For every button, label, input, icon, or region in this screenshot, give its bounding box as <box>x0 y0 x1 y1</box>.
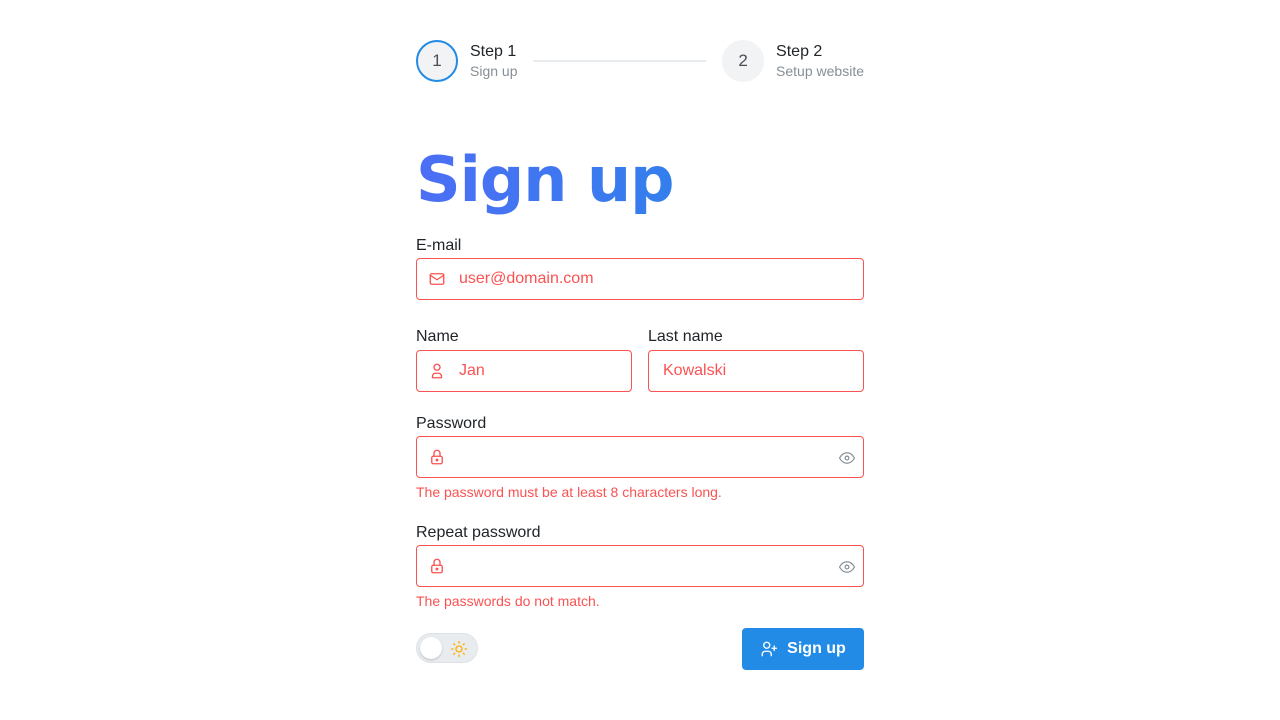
password-group: Password The password must be at least 8… <box>416 413 864 501</box>
email-group: E-mail <box>416 235 864 300</box>
lock-icon <box>431 449 443 465</box>
step-2-circle: 2 <box>722 40 765 82</box>
email-field-wrapper <box>416 258 864 300</box>
theme-toggle[interactable] <box>416 633 478 663</box>
repeat-password-label: Repeat password <box>416 524 541 541</box>
last-name-label: Last name <box>648 328 723 345</box>
password-label: Password <box>416 415 487 432</box>
repeat-password-field-wrapper <box>416 545 864 587</box>
password-error: The password must be at least 8 characte… <box>416 484 722 500</box>
form-footer: Sign up <box>416 628 864 670</box>
last-name-group: Last name <box>648 326 864 392</box>
toggle-knob <box>420 637 442 659</box>
signup-page: 1 Step 1 Sign up 2 Step 2 Setup website … <box>416 40 864 670</box>
step-1-title: Step 1 <box>470 43 517 60</box>
stepper: 1 Step 1 Sign up 2 Step 2 Setup website <box>416 40 864 82</box>
user-icon <box>431 363 443 379</box>
step-connector <box>533 60 707 62</box>
step-2[interactable]: 2 Step 2 Setup website <box>722 40 864 82</box>
page-title: Sign up <box>416 144 864 216</box>
name-label: Name <box>416 328 459 345</box>
last-name-field-wrapper <box>648 350 864 392</box>
step-2-title: Step 2 <box>776 43 823 60</box>
last-name-input[interactable] <box>649 351 863 391</box>
name-row: Name Last name <box>416 326 864 392</box>
step-2-description: Setup website <box>776 63 864 79</box>
mail-icon <box>429 273 445 285</box>
name-field-wrapper <box>416 350 632 392</box>
sign-up-button-label: Sign up <box>787 640 846 657</box>
eye-icon[interactable] <box>838 558 856 576</box>
step-1-circle: 1 <box>416 40 458 82</box>
repeat-password-input[interactable] <box>417 546 863 586</box>
email-input[interactable] <box>417 259 863 299</box>
user-plus-icon <box>761 641 778 657</box>
email-label: E-mail <box>416 237 462 254</box>
password-input[interactable] <box>417 437 863 477</box>
repeat-password-group: Repeat password The passwords do not mat… <box>416 522 864 610</box>
password-field-wrapper <box>416 436 864 478</box>
name-group: Name <box>416 326 632 392</box>
step-1[interactable]: 1 Step 1 Sign up <box>416 40 517 82</box>
sign-up-button[interactable]: Sign up <box>742 628 864 670</box>
name-input[interactable] <box>417 351 631 391</box>
sun-icon <box>450 640 468 658</box>
lock-icon <box>431 558 443 574</box>
eye-icon[interactable] <box>838 449 856 467</box>
step-1-description: Sign up <box>470 63 518 79</box>
repeat-password-error: The passwords do not match. <box>416 593 600 609</box>
